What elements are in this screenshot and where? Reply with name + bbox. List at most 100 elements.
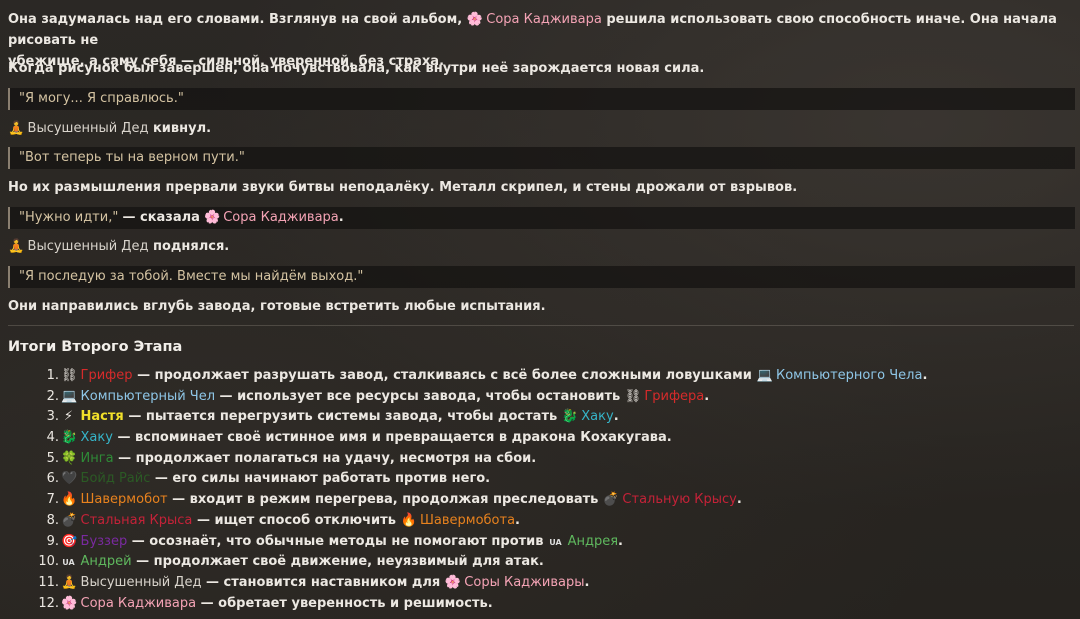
item-end: . (736, 492, 742, 508)
summary-item: 1. ⛓ Грифер — продолжает разрушать завод,… (8, 366, 1074, 387)
character-name: Андрей (80, 554, 132, 570)
summary-title: Итоги Второго Этапа (8, 339, 183, 355)
item-text: — становится наставником для (205, 574, 441, 590)
ukraine-flag-icon: UA (62, 558, 75, 568)
text-segment: . (338, 210, 344, 225)
lightning-icon: ⚡ (63, 409, 74, 425)
text-segment: кивнул. (152, 121, 212, 136)
character-name: Стальную Крысу (622, 492, 737, 508)
item-text: — осознаёт, что обычные методы не помога… (131, 533, 544, 549)
chain-icon: ⛓ (61, 368, 78, 383)
sakura-icon: 🌸 (466, 12, 483, 27)
text-segment: — сказала (122, 210, 200, 225)
item-text: — продолжает своё движение, неуязвимый д… (136, 554, 544, 570)
list-number: 4. (46, 430, 59, 446)
quote-block-1: "Я могу... Я справлюсь." (8, 88, 1075, 110)
character-name: Инга (80, 450, 114, 466)
quote-block-3: "Нужно идти," — сказала 🌸 Сора Кадживара… (8, 207, 1075, 229)
item-text: — его силы начинают работать против него… (154, 471, 491, 487)
list-number: 6. (46, 471, 59, 487)
list-number: 10. (38, 554, 59, 570)
list-number: 9. (46, 533, 59, 549)
character-ded-mention: Высушенный Дед (27, 121, 149, 136)
item-end: . (584, 574, 590, 590)
black-heart-icon: 🖤 (61, 471, 78, 487)
story-paragraph-5: 🧘 Высушенный Дед поднялся. (8, 237, 229, 257)
item-end: . (515, 512, 520, 528)
bomb-icon: 💣 (61, 512, 78, 528)
item-text: — вспоминает своё истинное имя и превращ… (117, 430, 672, 446)
summary-item: 10. UA Андрей — продолжает своё движение,… (8, 552, 1074, 573)
character-name: Буззер (80, 533, 128, 549)
character-name: Сора Кадживара (80, 595, 197, 611)
item-text: — использует все ресурсы завода, чтобы о… (219, 388, 621, 404)
list-number: 12. (38, 595, 59, 611)
summary-item: 8. 💣 Стальная Крыса — ищет способ отключи… (8, 511, 1074, 532)
laptop-icon: 💻 (61, 388, 78, 404)
summary-item: 7. 🔥 Шавермобот — входит в режим перегрев… (8, 490, 1074, 511)
item-text: — продолжает разрушать завод, сталкиваяс… (137, 368, 752, 383)
character-name: Настя (80, 409, 124, 425)
laptop-icon: 💻 (756, 368, 773, 383)
meditation-icon: 🧘 (61, 574, 78, 590)
sakura-icon: 🌸 (444, 574, 461, 590)
item-text: — ищет способ отключить (196, 512, 396, 528)
character-name: Грифер (80, 368, 133, 383)
dragon-icon: 🐉 (561, 409, 578, 425)
story-paragraph-2: Когда рисунок был завершён, она почувств… (8, 61, 705, 76)
quote-text: "Вот теперь ты на верном пути." (19, 150, 245, 165)
character-name: Шавермобот (80, 492, 168, 508)
character-name: Грифера (644, 388, 705, 404)
quote-block-4: "Я последую за тобой. Вместе мы найдём в… (8, 266, 1075, 288)
fire-icon: 🔥 (61, 492, 78, 508)
summary-item: 5. 🍀 Инга — продолжает полагаться на удач… (8, 449, 1074, 470)
summary-item: 3. ⚡ Настя — пытается перегрузить системы… (8, 407, 1074, 428)
character-name: Шавермобота (419, 512, 516, 528)
list-number: 2. (46, 388, 59, 404)
fire-icon: 🔥 (400, 512, 417, 528)
item-end: . (704, 388, 710, 404)
summary-list: 1. ⛓ Грифер — продолжает разрушать завод,… (8, 366, 1074, 614)
story-paragraph-4: Но их размышления прервали звуки битвы н… (8, 180, 798, 195)
bomb-icon: 💣 (602, 492, 620, 508)
quote-block-2: "Вот теперь ты на верном пути." (8, 147, 1075, 169)
summary-item: 6. 🖤 Бойд Райс — его силы начинают работа… (8, 469, 1074, 490)
character-name: Компьютерный Чел (80, 388, 216, 404)
character-sora-mention: Сора Кадживара (223, 210, 339, 225)
dragon-icon: 🐉 (61, 430, 78, 446)
summary-item: 2. 💻 Компьютерный Чел — использует все ре… (8, 387, 1074, 408)
character-sora-mention: Сора Кадживара (486, 12, 602, 27)
quote-text: "Я последую за тобой. Вместе мы найдём в… (19, 269, 364, 284)
meditation-icon: 🧘 (8, 121, 25, 136)
summary-item: 12. 🌸 Сора Кадживара — обретает увереннос… (8, 594, 1074, 615)
list-number: 8. (46, 512, 59, 528)
list-number: 11. (38, 574, 59, 590)
list-number: 3. (46, 409, 59, 425)
character-name: Компьютерного Чела (775, 368, 923, 383)
item-text: — пытается перегрузить системы завода, ч… (128, 409, 558, 425)
story-paragraph-6: Они направились вглубь завода, готовые в… (8, 299, 546, 314)
item-end: . (618, 533, 623, 549)
item-end: . (613, 409, 619, 425)
character-name: Стальная Крыса (80, 512, 193, 528)
summary-item: 9. 🎯 Буззер — осознаёт, что обычные метод… (8, 532, 1074, 553)
quote-text: "Я могу... Я справлюсь." (19, 91, 184, 106)
item-text: — входит в режим перегрева, продолжая пр… (172, 492, 599, 508)
text-segment: поднялся. (152, 239, 230, 254)
item-end: . (922, 368, 928, 383)
quote-text: "Нужно идти," (19, 210, 119, 225)
summary-item: 4. 🐉 Хаку — вспоминает своё истинное имя … (8, 428, 1074, 449)
character-name: Бойд Райс (80, 471, 151, 487)
list-number: 1. (46, 368, 59, 383)
list-number: 7. (46, 492, 59, 508)
item-text: — обретает уверенность и решимость. (200, 595, 493, 611)
chain-icon: ⛓ (624, 388, 642, 404)
meditation-icon: 🧘 (8, 239, 25, 254)
item-text: — продолжает полагаться на удачу, несмот… (118, 450, 537, 466)
character-name: Андрея (567, 533, 619, 549)
sakura-icon: 🌸 (204, 210, 221, 225)
character-name: Хаку (80, 430, 113, 446)
sakura-icon: 🌸 (61, 595, 78, 611)
clover-icon: 🍀 (61, 450, 78, 466)
character-name: Соры Кадживары (464, 574, 585, 590)
